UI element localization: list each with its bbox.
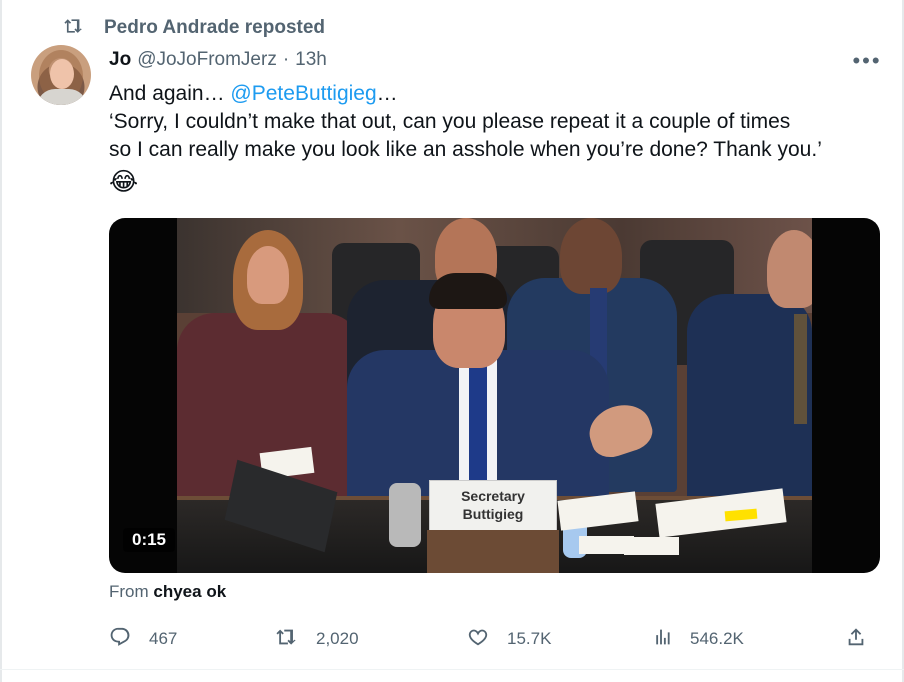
placard-base-shape xyxy=(427,530,559,573)
reply-button[interactable]: 467 xyxy=(109,624,177,654)
speaker-name-placard: Secretary Buttigieg xyxy=(429,480,557,531)
speaker-hair-shape xyxy=(429,273,507,309)
share-icon xyxy=(845,626,867,653)
repost-button[interactable]: 2,020 xyxy=(276,624,359,654)
speaker-tie-shape xyxy=(469,362,487,488)
tweet-line-2: ‘Sorry, I couldn’t make that out, can yo… xyxy=(109,110,791,133)
repost-count: 2,020 xyxy=(316,629,359,648)
repost-text[interactable]: Pedro Andrade reposted xyxy=(104,17,325,39)
placard-line-2: Buttigieg xyxy=(462,506,524,522)
repost-icon xyxy=(64,16,84,41)
more-icon: ••• xyxy=(852,48,882,73)
like-count: 15.7K xyxy=(507,629,552,648)
heart-icon xyxy=(467,626,489,653)
view-count: 546.2K xyxy=(690,629,744,648)
tweet-line-1: And again… @PeteButtigieg… xyxy=(109,80,879,108)
avatar-face xyxy=(50,59,74,89)
avatar[interactable] xyxy=(31,45,91,105)
reply-icon xyxy=(109,626,131,653)
bottom-divider xyxy=(0,669,904,670)
share-button[interactable] xyxy=(845,624,867,654)
laughing-emoji-icon: 😂 xyxy=(109,168,139,196)
tweet-line-1-suffix: … xyxy=(376,82,398,105)
more-options-button[interactable]: ••• xyxy=(852,48,882,74)
video-player[interactable]: Secretary Buttigieg xyxy=(109,218,880,573)
standing-man-face-shape xyxy=(560,218,622,294)
mention-link[interactable]: @PeteButtigieg xyxy=(230,82,376,105)
post-time[interactable]: 13h xyxy=(295,49,327,71)
coffee-cup-shape xyxy=(389,483,421,547)
tweet-header: Jo @JoJoFromJerz · 13h xyxy=(109,46,327,74)
tweet-line-3: so I can really make you look like an as… xyxy=(109,138,822,161)
repost-attribution: Pedro Andrade reposted xyxy=(64,14,325,42)
video-source: From chyea ok xyxy=(109,582,226,602)
like-button[interactable]: 15.7K xyxy=(467,624,551,654)
woman-face-shape xyxy=(247,246,289,304)
views-button[interactable]: 546.2K xyxy=(650,624,744,654)
source-link[interactable]: chyea ok xyxy=(153,582,226,601)
tweet-actions: 467 2,020 15.7K 546.2K xyxy=(109,624,874,654)
document-shape xyxy=(624,537,679,555)
left-frame-border xyxy=(0,0,2,682)
author-handle[interactable]: @JoJoFromJerz xyxy=(137,49,277,71)
video-frame: Secretary Buttigieg xyxy=(177,218,812,573)
placard-line-1: Secretary xyxy=(461,488,525,504)
tweet-line-1-prefix: And again… xyxy=(109,82,231,105)
avatar-shirt xyxy=(37,89,87,105)
reply-count: 467 xyxy=(149,629,178,648)
right-man-face-shape xyxy=(767,230,812,308)
author-name[interactable]: Jo xyxy=(109,49,131,71)
video-duration-badge: 0:15 xyxy=(123,528,175,552)
right-man-tie-shape xyxy=(794,314,807,424)
tweet-text: And again… @PeteButtigieg… ‘Sorry, I cou… xyxy=(109,80,879,198)
separator-dot: · xyxy=(282,49,290,70)
analytics-icon xyxy=(650,626,672,653)
repost-icon xyxy=(276,626,298,653)
from-prefix: From xyxy=(109,582,154,601)
